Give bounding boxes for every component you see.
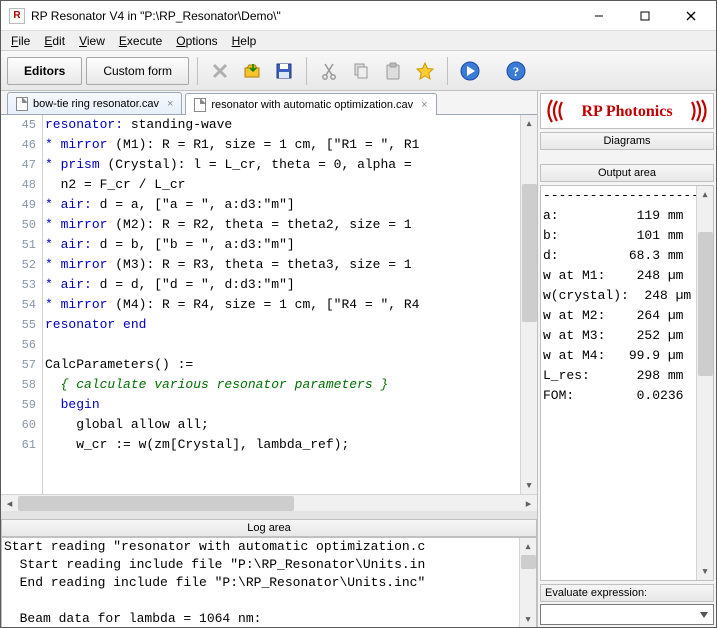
app-icon-letter: R [13,10,20,21]
vertical-scrollbar[interactable]: ▴ ▾ [696,186,713,580]
minimize-button[interactable] [576,2,622,30]
evaluate-input[interactable] [540,604,714,625]
scroll-down-icon[interactable]: ▾ [522,477,537,494]
app-window: R RP Resonator V4 in "P:\RP_Resonator\De… [0,0,717,628]
menu-options[interactable]: Options [170,32,223,50]
star-icon[interactable] [411,57,439,85]
menu-view[interactable]: View [73,32,111,50]
toolbar-separator [306,57,307,85]
toolbar: Editors Custom form ? [1,51,716,91]
toolbar-separator [447,57,448,85]
cut-icon[interactable] [315,57,343,85]
menu-file[interactable]: File [5,32,36,50]
scroll-thumb[interactable] [18,496,294,511]
log-header: Log area [1,519,537,537]
copy-icon[interactable] [347,57,375,85]
paste-icon[interactable] [379,57,407,85]
horizontal-scrollbar[interactable]: ◂ ▸ [1,494,537,511]
tab-bowtie[interactable]: bow-tie ring resonator.cav × [7,92,182,114]
delete-icon[interactable] [206,57,234,85]
close-icon[interactable]: × [167,98,173,110]
run-icon[interactable] [456,57,484,85]
scroll-up-icon[interactable]: ▴ [521,538,536,555]
log-text[interactable]: Start reading "resonator with automatic … [2,538,519,627]
svg-text:?: ? [513,64,520,79]
vertical-scrollbar[interactable]: ▴ ▾ [519,538,536,627]
scroll-down-icon[interactable]: ▾ [698,563,713,580]
scroll-thumb[interactable] [521,555,536,569]
tab-label: bow-tie ring resonator.cav [33,98,159,110]
menu-help[interactable]: Help [226,32,263,50]
close-button[interactable] [668,2,714,30]
log-area: Log area Start reading "resonator with a… [1,515,537,627]
custom-form-button[interactable]: Custom form [86,57,189,85]
titlebar: R RP Resonator V4 in "P:\RP_Resonator\De… [1,1,716,31]
close-icon[interactable]: × [421,99,427,111]
scroll-right-icon[interactable]: ▸ [520,496,537,511]
right-pane: RP Photonics Diagrams Output area ------… [538,91,716,627]
svg-text:RP Photonics: RP Photonics [581,103,672,120]
vertical-scrollbar[interactable]: ▴ ▾ [520,115,537,494]
menu-execute[interactable]: Execute [113,32,168,50]
open-icon[interactable] [238,57,266,85]
tab-resonator-opt[interactable]: resonator with automatic optimization.ca… [185,93,436,115]
maximize-button[interactable] [622,2,668,30]
editors-button[interactable]: Editors [7,57,82,85]
code-editor[interactable]: 4546474849505152535455565758596061 reson… [1,115,537,494]
scroll-thumb[interactable] [522,184,537,322]
editors-label: Editors [24,64,65,78]
scroll-up-icon[interactable]: ▴ [522,115,537,132]
scroll-left-icon[interactable]: ◂ [1,496,18,511]
file-icon [16,97,28,111]
scroll-thumb[interactable] [698,232,713,376]
chevron-down-icon[interactable] [696,607,711,622]
evaluate-label: Evaluate expression: [540,584,714,602]
file-icon [194,98,206,112]
line-gutter: 4546474849505152535455565758596061 [1,115,43,494]
tabstrip: bow-tie ring resonator.cav × resonator w… [1,91,537,115]
left-pane: bow-tie ring resonator.cav × resonator w… [1,91,538,627]
code-body[interactable]: resonator: standing-wave * mirror (M1): … [43,115,520,494]
window-title: RP Resonator V4 in "P:\RP_Resonator\Demo… [31,9,576,23]
output-header: Output area [540,164,714,182]
scroll-up-icon[interactable]: ▴ [698,186,713,203]
save-icon[interactable] [270,57,298,85]
diagrams-button[interactable]: Diagrams [540,132,714,150]
tab-label: resonator with automatic optimization.ca… [211,99,413,111]
output-area: ----------------------- a: 119 mm b: 101… [540,185,714,581]
help-icon[interactable]: ? [502,57,530,85]
logo: RP Photonics [540,93,714,129]
menu-edit[interactable]: Edit [38,32,71,50]
app-icon: R [9,8,25,24]
toolbar-separator [197,57,198,85]
menubar: File Edit View Execute Options Help [1,31,716,51]
output-text[interactable]: ----------------------- a: 119 mm b: 101… [541,186,696,580]
scroll-down-icon[interactable]: ▾ [521,611,536,627]
content: bow-tie ring resonator.cav × resonator w… [1,91,716,627]
